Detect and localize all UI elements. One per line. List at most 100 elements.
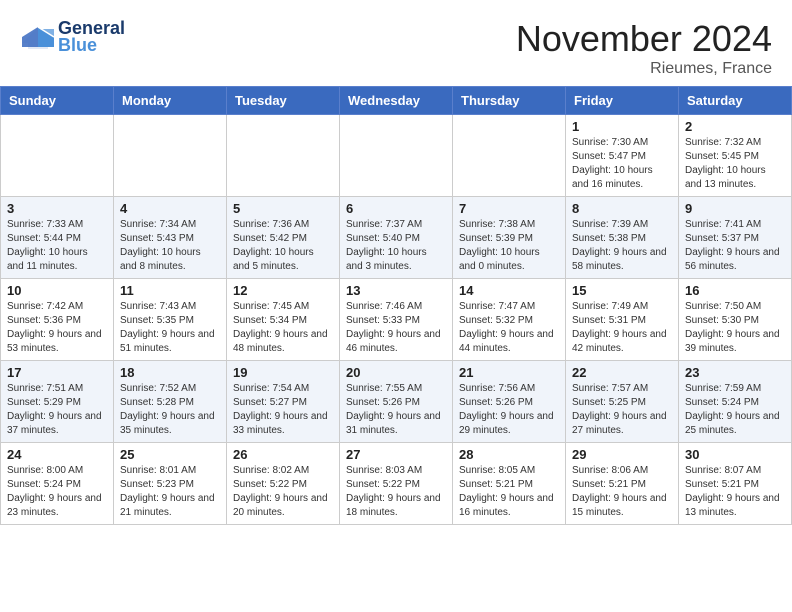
calendar-cell: 5 Sunrise: 7:36 AMSunset: 5:42 PMDaylight… xyxy=(227,197,340,279)
day-info: Sunrise: 7:42 AMSunset: 5:36 PMDaylight:… xyxy=(7,300,107,356)
calendar-cell: 9 Sunrise: 7:41 AMSunset: 5:37 PMDaylight… xyxy=(679,197,792,279)
calendar-cell: 7 Sunrise: 7:38 AMSunset: 5:39 PMDaylight… xyxy=(453,197,566,279)
calendar-cell: 4 Sunrise: 7:34 AMSunset: 5:43 PMDaylight… xyxy=(114,197,227,279)
calendar-cell: 14 Sunrise: 7:47 AMSunset: 5:32 PMDayligh… xyxy=(453,279,566,361)
day-info: Sunrise: 7:47 AMSunset: 5:32 PMDaylight:… xyxy=(459,300,559,356)
day-number: 10 xyxy=(7,283,107,298)
day-info: Sunrise: 7:57 AMSunset: 5:25 PMDaylight:… xyxy=(572,382,672,438)
calendar-table: SundayMondayTuesdayWednesdayThursdayFrid… xyxy=(0,86,792,525)
calendar-day-header: Wednesday xyxy=(340,87,453,115)
day-number: 21 xyxy=(459,365,559,380)
month-title: November 2024 xyxy=(516,18,772,60)
day-number: 23 xyxy=(685,365,785,380)
day-number: 19 xyxy=(233,365,333,380)
day-info: Sunrise: 7:50 AMSunset: 5:30 PMDaylight:… xyxy=(685,300,785,356)
calendar-cell: 27Sunrise: 8:03 AMSunset: 5:22 PMDayligh… xyxy=(340,443,453,525)
day-info: Sunrise: 8:03 AMSunset: 5:22 PMDaylight:… xyxy=(346,464,446,520)
calendar-cell: 22 Sunrise: 7:57 AMSunset: 5:25 PMDayligh… xyxy=(566,361,679,443)
day-info: Sunrise: 7:37 AMSunset: 5:40 PMDaylight:… xyxy=(346,218,446,274)
day-number: 3 xyxy=(7,201,107,216)
calendar-cell: 8 Sunrise: 7:39 AMSunset: 5:38 PMDaylight… xyxy=(566,197,679,279)
calendar-cell: 12 Sunrise: 7:45 AMSunset: 5:34 PMDayligh… xyxy=(227,279,340,361)
day-info: Sunrise: 7:32 AMSunset: 5:45 PMDaylight:… xyxy=(685,136,785,192)
day-number: 24 xyxy=(7,447,107,462)
day-info: Sunrise: 7:38 AMSunset: 5:39 PMDaylight:… xyxy=(459,218,559,274)
day-number: 8 xyxy=(572,201,672,216)
location: Rieumes, France xyxy=(516,60,772,78)
day-number: 22 xyxy=(572,365,672,380)
day-info: Sunrise: 7:39 AMSunset: 5:38 PMDaylight:… xyxy=(572,218,672,274)
calendar-cell: 29 Sunrise: 8:06 AMSunset: 5:21 PMDayligh… xyxy=(566,443,679,525)
day-info: Sunrise: 8:07 AMSunset: 5:21 PMDaylight:… xyxy=(685,464,785,520)
day-number: 12 xyxy=(233,283,333,298)
day-info: Sunrise: 8:02 AMSunset: 5:22 PMDaylight:… xyxy=(233,464,333,520)
day-info: Sunrise: 7:43 AMSunset: 5:35 PMDaylight:… xyxy=(120,300,220,356)
day-number: 17 xyxy=(7,365,107,380)
calendar-cell: 2 Sunrise: 7:32 AMSunset: 5:45 PMDaylight… xyxy=(679,115,792,197)
day-number: 30 xyxy=(685,447,785,462)
day-info: Sunrise: 8:05 AMSunset: 5:21 PMDaylight:… xyxy=(459,464,559,520)
day-number: 25 xyxy=(120,447,220,462)
calendar-cell: 26 Sunrise: 8:02 AMSunset: 5:22 PMDayligh… xyxy=(227,443,340,525)
day-info: Sunrise: 7:45 AMSunset: 5:34 PMDaylight:… xyxy=(233,300,333,356)
calendar-cell: 21 Sunrise: 7:56 AMSunset: 5:26 PMDayligh… xyxy=(453,361,566,443)
day-number: 29 xyxy=(572,447,672,462)
calendar-day-header: Thursday xyxy=(453,87,566,115)
calendar-day-header: Monday xyxy=(114,87,227,115)
calendar-cell: 28 Sunrise: 8:05 AMSunset: 5:21 PMDayligh… xyxy=(453,443,566,525)
calendar-cell: 18 Sunrise: 7:52 AMSunset: 5:28 PMDayligh… xyxy=(114,361,227,443)
day-number: 1 xyxy=(572,119,672,134)
calendar-cell: 17 Sunrise: 7:51 AMSunset: 5:29 PMDayligh… xyxy=(1,361,114,443)
day-number: 15 xyxy=(572,283,672,298)
day-number: 18 xyxy=(120,365,220,380)
day-info: Sunrise: 7:33 AMSunset: 5:44 PMDaylight:… xyxy=(7,218,107,274)
calendar-cell: 19 Sunrise: 7:54 AMSunset: 5:27 PMDayligh… xyxy=(227,361,340,443)
day-info: Sunrise: 8:00 AMSunset: 5:24 PMDaylight:… xyxy=(7,464,107,520)
day-info: Sunrise: 8:01 AMSunset: 5:23 PMDaylight:… xyxy=(120,464,220,520)
day-info: Sunrise: 7:52 AMSunset: 5:28 PMDaylight:… xyxy=(120,382,220,438)
day-info: Sunrise: 7:36 AMSunset: 5:42 PMDaylight:… xyxy=(233,218,333,274)
calendar-cell: 25 Sunrise: 8:01 AMSunset: 5:23 PMDayligh… xyxy=(114,443,227,525)
calendar-cell xyxy=(114,115,227,197)
logo: General Blue xyxy=(20,18,125,56)
calendar-day-header: Saturday xyxy=(679,87,792,115)
day-number: 9 xyxy=(685,201,785,216)
day-info: Sunrise: 7:30 AMSunset: 5:47 PMDaylight:… xyxy=(572,136,672,192)
day-info: Sunrise: 7:49 AMSunset: 5:31 PMDaylight:… xyxy=(572,300,672,356)
day-number: 11 xyxy=(120,283,220,298)
day-info: Sunrise: 7:56 AMSunset: 5:26 PMDaylight:… xyxy=(459,382,559,438)
day-info: Sunrise: 7:34 AMSunset: 5:43 PMDaylight:… xyxy=(120,218,220,274)
day-info: Sunrise: 7:51 AMSunset: 5:29 PMDaylight:… xyxy=(7,382,107,438)
day-info: Sunrise: 7:46 AMSunset: 5:33 PMDaylight:… xyxy=(346,300,446,356)
calendar-day-header: Tuesday xyxy=(227,87,340,115)
day-info: Sunrise: 8:06 AMSunset: 5:21 PMDaylight:… xyxy=(572,464,672,520)
day-number: 13 xyxy=(346,283,446,298)
logo-icon xyxy=(20,23,56,51)
calendar-day-header: Friday xyxy=(566,87,679,115)
day-number: 6 xyxy=(346,201,446,216)
calendar-cell: 15 Sunrise: 7:49 AMSunset: 5:31 PMDayligh… xyxy=(566,279,679,361)
calendar-cell: 20Sunrise: 7:55 AMSunset: 5:26 PMDayligh… xyxy=(340,361,453,443)
day-number: 7 xyxy=(459,201,559,216)
calendar-cell: 23Sunrise: 7:59 AMSunset: 5:24 PMDayligh… xyxy=(679,361,792,443)
calendar-cell: 1 Sunrise: 7:30 AMSunset: 5:47 PMDaylight… xyxy=(566,115,679,197)
page-header: General Blue November 2024 Rieumes, Fran… xyxy=(0,0,792,86)
day-info: Sunrise: 7:41 AMSunset: 5:37 PMDaylight:… xyxy=(685,218,785,274)
logo-text-blue: Blue xyxy=(58,35,125,56)
day-number: 2 xyxy=(685,119,785,134)
calendar-cell xyxy=(1,115,114,197)
title-block: November 2024 Rieumes, France xyxy=(516,18,772,78)
day-number: 4 xyxy=(120,201,220,216)
day-number: 5 xyxy=(233,201,333,216)
calendar-cell xyxy=(227,115,340,197)
calendar-header-row: SundayMondayTuesdayWednesdayThursdayFrid… xyxy=(1,87,792,115)
calendar-day-header: Sunday xyxy=(1,87,114,115)
day-number: 14 xyxy=(459,283,559,298)
day-number: 28 xyxy=(459,447,559,462)
day-info: Sunrise: 7:54 AMSunset: 5:27 PMDaylight:… xyxy=(233,382,333,438)
day-number: 26 xyxy=(233,447,333,462)
calendar-cell: 10 Sunrise: 7:42 AMSunset: 5:36 PMDayligh… xyxy=(1,279,114,361)
calendar-cell: 13 Sunrise: 7:46 AMSunset: 5:33 PMDayligh… xyxy=(340,279,453,361)
day-number: 16 xyxy=(685,283,785,298)
calendar-cell xyxy=(340,115,453,197)
